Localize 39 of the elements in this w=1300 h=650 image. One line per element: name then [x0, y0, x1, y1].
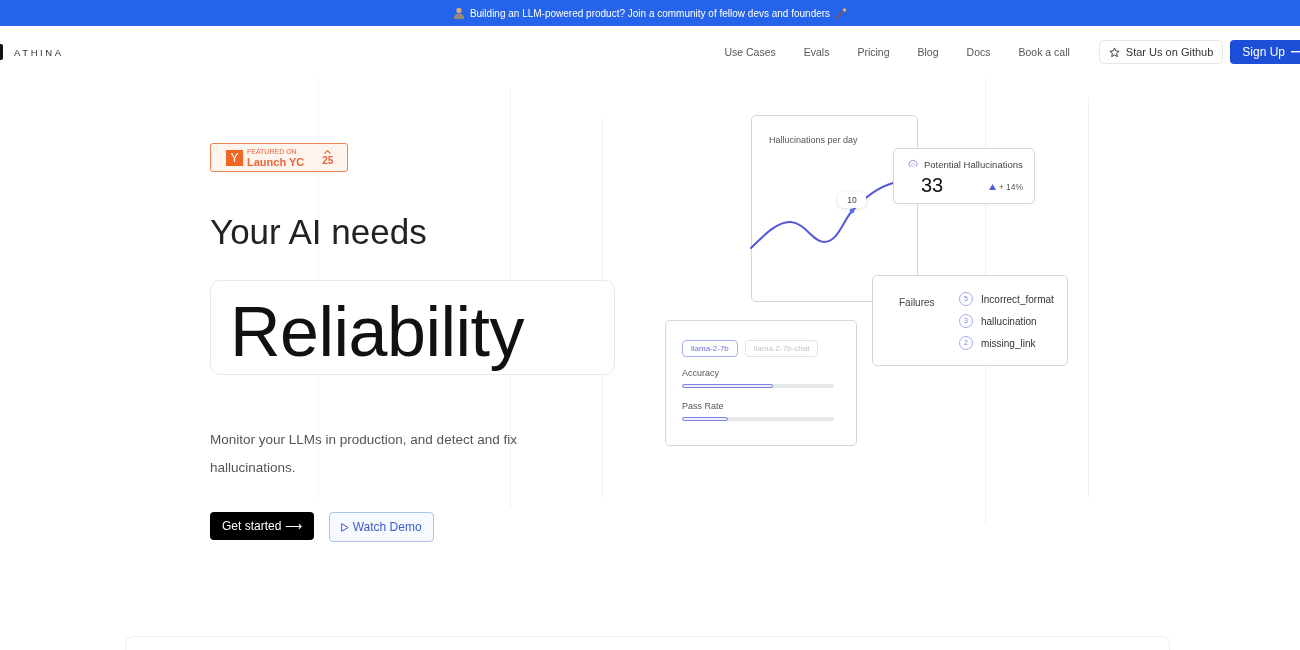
- logo-mark-icon: [0, 44, 3, 60]
- model-chip: llama-2-7b-chat: [744, 340, 819, 357]
- yc-logo: Y: [226, 149, 243, 166]
- failure-name: Incorrect_format: [981, 293, 1054, 305]
- data-point-icon: [849, 208, 855, 214]
- failures-title: Failures: [899, 296, 936, 310]
- nav-link[interactable]: Blog: [917, 46, 939, 58]
- meter-label: Pass Rate: [682, 400, 724, 412]
- person-icon: [452, 7, 465, 19]
- nav-link[interactable]: Docs: [966, 46, 991, 58]
- model-chip: llama-2-7b: [682, 340, 738, 357]
- announcement-link[interactable]: Building an LLM-powered product? Join a community of fellow devs and founders: [469, 7, 831, 19]
- nav-link[interactable]: Book a call: [1018, 46, 1070, 58]
- sign-up-button[interactable]: Sign Up: [1230, 40, 1300, 64]
- up-triangle-icon: [988, 184, 996, 190]
- logo-wordmark[interactable]: ATHINA: [14, 46, 64, 58]
- magic-wand-icon: [835, 7, 848, 19]
- nav-link[interactable]: Evals: [803, 46, 830, 58]
- get-started-button[interactable]: Get started ⟶: [210, 512, 314, 540]
- chart-title: Hallucinations per day: [769, 135, 858, 145]
- star-icon: [1108, 46, 1120, 58]
- upvote-count: 25: [322, 155, 334, 166]
- hero-description: Monitor your LLMs in production, and detect and fix hallucinations.: [210, 431, 518, 477]
- failure-name: missing_link: [981, 337, 1036, 349]
- nav-link[interactable]: Pricing: [857, 46, 890, 58]
- point-value-label: 10: [838, 192, 866, 208]
- nav-link[interactable]: Use Cases: [724, 46, 776, 58]
- metric-change: + 14%: [998, 182, 1023, 192]
- metric-title: Potential Hallucinations: [924, 158, 1023, 170]
- badge-label: Launch YC: [247, 155, 305, 168]
- ring-icon: [908, 159, 918, 169]
- metric-value: 33: [921, 174, 944, 196]
- play-icon: [340, 522, 349, 532]
- failure-name: hallucination: [981, 315, 1037, 327]
- meter-label: Accuracy: [682, 367, 719, 379]
- upvote-icon: [324, 149, 332, 154]
- headline: Your AI needs: [210, 212, 427, 252]
- github-star-button[interactable]: Star Us on Github: [1098, 40, 1224, 64]
- watch-demo-button[interactable]: Watch Demo: [328, 512, 434, 542]
